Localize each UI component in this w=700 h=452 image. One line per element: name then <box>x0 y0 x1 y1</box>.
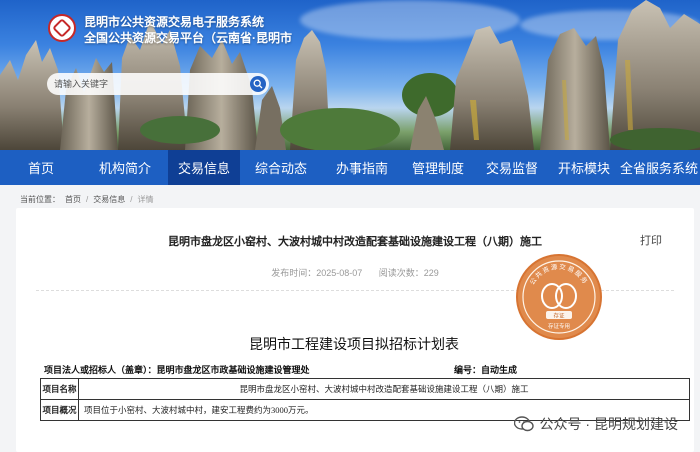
nav-item-about[interactable]: 机构简介 <box>82 150 168 185</box>
tenderer-label: 项目法人或招标人（盖章）：昆明市盘龙区市政基础设施建设管理处 <box>44 365 310 375</box>
main-nav: 首页 机构简介 交易信息 综合动态 办事指南 管理制度 交易监督 开标模块 全省… <box>0 150 700 185</box>
header-banner: 昆明市公共资源交易电子服务系统 全国公共资源交易平台（云南省·昆明市 <box>0 0 700 150</box>
seal-badge: 存证专用 <box>548 322 570 330</box>
table-row-label: 项目概况 <box>40 399 79 421</box>
article-title: 昆明市盘龙区小窑村、大波村城中村改造配套基础设施建设工程（八期）施工 <box>168 236 542 248</box>
breadcrumb: 当前位置： 首页 / 交易信息 / 详情 <box>20 194 153 205</box>
nav-item-news[interactable]: 综合动态 <box>240 150 322 185</box>
search-button[interactable] <box>250 76 266 92</box>
tenderer-line: 项目法人或招标人（盖章）：昆明市盘龙区市政基础设施建设管理处 编号：自动生成 <box>44 363 666 376</box>
search-bar <box>47 73 269 95</box>
wechat-watermark: 公众号 · 昆明规划建设 <box>513 414 678 434</box>
watermark-text: 公众号 · 昆明规划建设 <box>539 416 678 432</box>
search-icon <box>253 79 263 89</box>
site-logo[interactable] <box>48 14 76 42</box>
nav-item-bid-opening[interactable]: 开标模块 <box>550 150 618 185</box>
seal-graphic: 公共资源交易服务 存证 存证专用 <box>522 260 596 334</box>
breadcrumb-separator: / <box>130 195 133 204</box>
publish-time: 发布时间：2025-08-07 <box>271 268 363 278</box>
site-title: 昆明市公共资源交易电子服务系统 全国公共资源交易平台（云南省·昆明市 <box>84 14 292 46</box>
print-button[interactable]: 打印 <box>640 232 662 248</box>
search-input[interactable] <box>54 79 239 89</box>
read-count: 阅读次数：229 <box>378 268 439 278</box>
table-row-value: 昆明市盘龙区小窑村、大波村城中村改造配套基础设施建设工程（八期）施工 <box>78 378 690 400</box>
nav-item-guide[interactable]: 办事指南 <box>322 150 402 185</box>
site-title-line1: 昆明市公共资源交易电子服务系统 <box>84 15 265 29</box>
document-number: 编号：自动生成 <box>454 365 518 375</box>
seal-text-top: 公共资源交易服务 <box>528 262 589 287</box>
breadcrumb-home[interactable]: 首页 <box>65 194 81 205</box>
wechat-icon <box>513 416 534 432</box>
table-row-label: 项目名称 <box>40 378 79 400</box>
nav-item-trade-info[interactable]: 交易信息 <box>168 150 240 185</box>
breadcrumb-current: 详情 <box>137 195 154 204</box>
nav-item-province-service[interactable]: 全省服务系统 <box>618 150 700 185</box>
site-title-line2: 全国公共资源交易平台（云南省·昆明市 <box>84 31 292 45</box>
table-row: 项目名称 昆明市盘龙区小窑村、大波村城中村改造配套基础设施建设工程（八期）施工 <box>40 378 690 400</box>
svg-text:公共资源交易服务: 公共资源交易服务 <box>528 262 590 287</box>
nav-item-regulations[interactable]: 管理制度 <box>402 150 474 185</box>
official-seal: 公共资源交易服务 存证 存证专用 <box>516 254 602 340</box>
seal-text-bottom: 存证 <box>553 312 565 320</box>
breadcrumb-separator: / <box>86 195 89 204</box>
breadcrumb-trade-info[interactable]: 交易信息 <box>93 194 125 205</box>
document-title: 昆明市工程建设项目拟招标计划表 <box>249 338 459 353</box>
nav-item-home[interactable]: 首页 <box>0 150 82 185</box>
breadcrumb-prefix: 当前位置： <box>20 195 60 204</box>
nav-item-supervision[interactable]: 交易监督 <box>474 150 550 185</box>
